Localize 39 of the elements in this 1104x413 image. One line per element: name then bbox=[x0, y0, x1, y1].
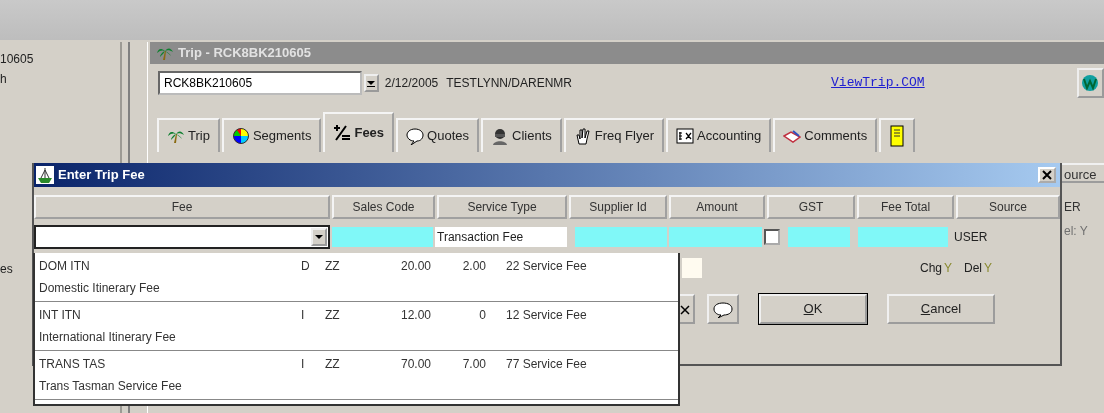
side-text: es bbox=[0, 261, 13, 278]
tab[interactable]: Quotes bbox=[396, 118, 479, 152]
column-header: Service Type bbox=[437, 195, 567, 219]
dialog-title-text: Enter Trip Fee bbox=[58, 166, 145, 185]
dropdown-option[interactable]: INT ITN I ZZ 12.00 0 12 Service Fee International Itinerary Fee bbox=[35, 302, 678, 351]
tab[interactable]: Clients bbox=[481, 118, 562, 152]
source-text: ER bbox=[1064, 199, 1081, 216]
tab[interactable]: Trip bbox=[157, 118, 220, 152]
dialog-button[interactable]: OK bbox=[759, 294, 867, 324]
record-locator-field[interactable]: RCK8BK210605 bbox=[158, 71, 363, 95]
flag-value: Y bbox=[944, 260, 953, 277]
column-header: Amount bbox=[669, 195, 765, 219]
tab[interactable]: Segments bbox=[221, 118, 322, 152]
column-header: Fee Total bbox=[857, 195, 954, 219]
tab[interactable]: Freq Flyer bbox=[563, 118, 664, 152]
source-button[interactable]: ource bbox=[1060, 163, 1104, 183]
flag-value: Y bbox=[984, 260, 993, 277]
tab[interactable]: Comments bbox=[773, 118, 878, 152]
side-text: h bbox=[0, 71, 7, 88]
dropdown-option[interactable]: TRANS TAS I ZZ 70.00 7.00 77 Service Fee Trans Tasman Service Fee bbox=[35, 351, 678, 400]
column-header: GST bbox=[767, 195, 855, 219]
tab[interactable]: Accounting bbox=[666, 118, 772, 152]
window-title-text: Trip - RCK8BK210605 bbox=[178, 44, 311, 63]
flag-text: el: Y bbox=[1064, 223, 1088, 240]
flag-label: Del bbox=[964, 260, 983, 277]
viewtrip-link[interactable]: ViewTrip.COM bbox=[831, 73, 925, 93]
tab[interactable]: Fees bbox=[323, 112, 395, 152]
dialog-button[interactable]: Cancel bbox=[887, 294, 995, 324]
column-header: Sales Code bbox=[332, 195, 435, 219]
service-type-text: Transaction Fee bbox=[435, 227, 567, 247]
column-header: Supplier Id bbox=[569, 195, 667, 219]
flag-label: Chg bbox=[920, 260, 942, 277]
column-header: Fee bbox=[34, 195, 330, 219]
trip-date: 2/12/2005 bbox=[384, 75, 439, 92]
source-text: USER bbox=[954, 229, 988, 246]
dropdown-option[interactable]: DOM ITN D ZZ 20.00 2.00 22 Service Fee Domestic Itinerary Fee bbox=[35, 253, 678, 302]
side-text: 10605 bbox=[0, 51, 34, 68]
column-header: Source bbox=[956, 195, 1060, 219]
traveler-name: TESTLYNN/DARENMR bbox=[446, 75, 573, 92]
